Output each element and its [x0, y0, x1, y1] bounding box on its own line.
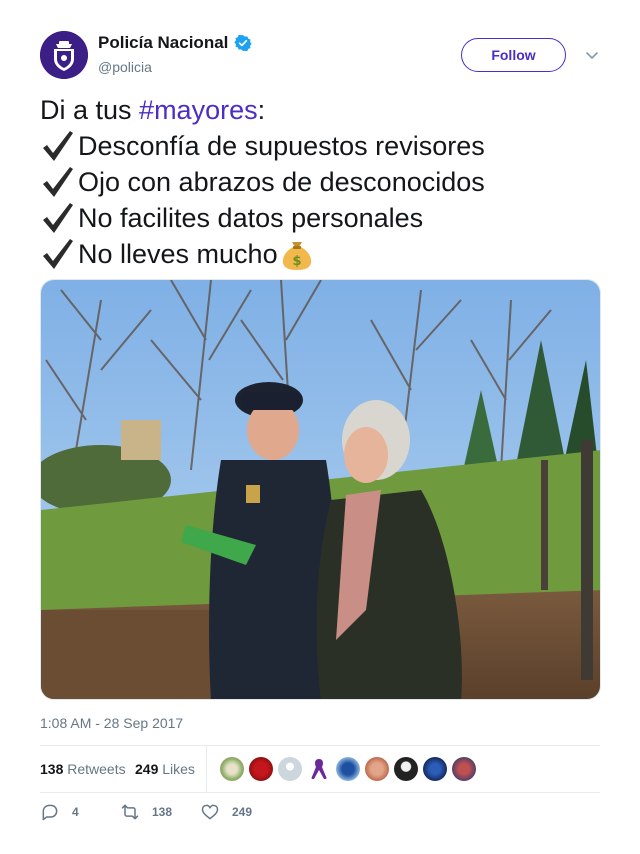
police-badge-icon [40, 31, 88, 79]
tweet-photo[interactable] [40, 279, 601, 700]
tweet-line: Desconfía de supuestos revisores [40, 128, 600, 164]
liker-avatar[interactable] [423, 757, 447, 781]
user-handle[interactable]: @policia [98, 59, 152, 75]
liker-avatar[interactable] [278, 757, 302, 781]
stats-separator [206, 746, 207, 792]
likes-count: 249 [135, 761, 159, 777]
liker-avatar[interactable] [452, 757, 476, 781]
reply-button[interactable]: 4 [40, 802, 79, 822]
follow-button[interactable]: Follow [461, 38, 566, 72]
retweets-count: 138 [40, 761, 64, 777]
retweet-icon [121, 804, 139, 820]
hashtag-link[interactable]: #mayores [139, 92, 258, 128]
intro-text: Di a tus [40, 95, 140, 125]
liker-avatar[interactable] [249, 757, 273, 781]
reply-icon [42, 804, 58, 821]
liker-avatar[interactable] [220, 757, 244, 781]
tweet-intro-line: Di a tus #mayores: [40, 92, 600, 128]
retweet-count: 138 [152, 805, 173, 819]
tweet-line: No facilites datos personales [40, 200, 600, 236]
tweet-line-text: Ojo con abrazos de desconocidos [78, 167, 485, 197]
svg-text:$: $ [292, 254, 301, 269]
liker-avatar[interactable] [336, 757, 360, 781]
avatar[interactable] [40, 31, 88, 79]
tweet-line-text: No facilites datos personales [78, 203, 424, 233]
tweet-actions: 4 138 249 [40, 802, 600, 826]
heavy-check-mark-icon [43, 131, 73, 161]
like-button[interactable]: 249 [200, 802, 252, 822]
retweet-button[interactable]: 138 [120, 802, 172, 822]
likes-stat[interactable]: 249 Likes [135, 761, 195, 777]
tweet-timestamp[interactable]: 1:08 AM - 28 Sep 2017 [40, 715, 183, 731]
divider [40, 792, 600, 793]
tweet-line-text: Desconfía de supuestos revisores [78, 131, 485, 161]
liker-avatar[interactable] [365, 757, 389, 781]
photo-police-officer-elderly-man-park [41, 280, 600, 699]
verified-badge-icon [234, 34, 253, 52]
chevron-down-icon[interactable] [584, 47, 600, 63]
heart-icon [201, 804, 219, 820]
tweet-line-text: No lleves mucho [78, 239, 278, 269]
purple-ribbon-icon [311, 759, 327, 779]
liker-avatar[interactable] [307, 757, 331, 781]
tweet-line: No lleves mucho $ [40, 236, 600, 272]
liker-avatar[interactable] [394, 757, 418, 781]
retweets-label: Retweets [67, 761, 126, 777]
liker-avatars [220, 757, 481, 781]
like-count: 249 [232, 805, 253, 819]
tweet-header: Policía Nacional @policia Follow [40, 31, 600, 79]
heavy-check-mark-icon [43, 167, 73, 197]
likes-label: Likes [162, 761, 195, 777]
tweet-text: Di a tus #mayores: Desconfía de supuesto… [40, 92, 600, 272]
heavy-check-mark-icon [43, 203, 73, 233]
intro-suffix: : [257, 95, 266, 125]
retweets-stat[interactable]: 138 Retweets [40, 761, 126, 777]
tweet-stats: 138 Retweets 249 Likes [40, 746, 600, 792]
reply-count: 4 [72, 805, 79, 819]
display-name[interactable]: Policía Nacional [98, 33, 228, 53]
tweet-line: Ojo con abrazos de desconocidos [40, 164, 600, 200]
heavy-check-mark-icon [43, 239, 73, 269]
money-bag-icon: $ [282, 242, 311, 270]
